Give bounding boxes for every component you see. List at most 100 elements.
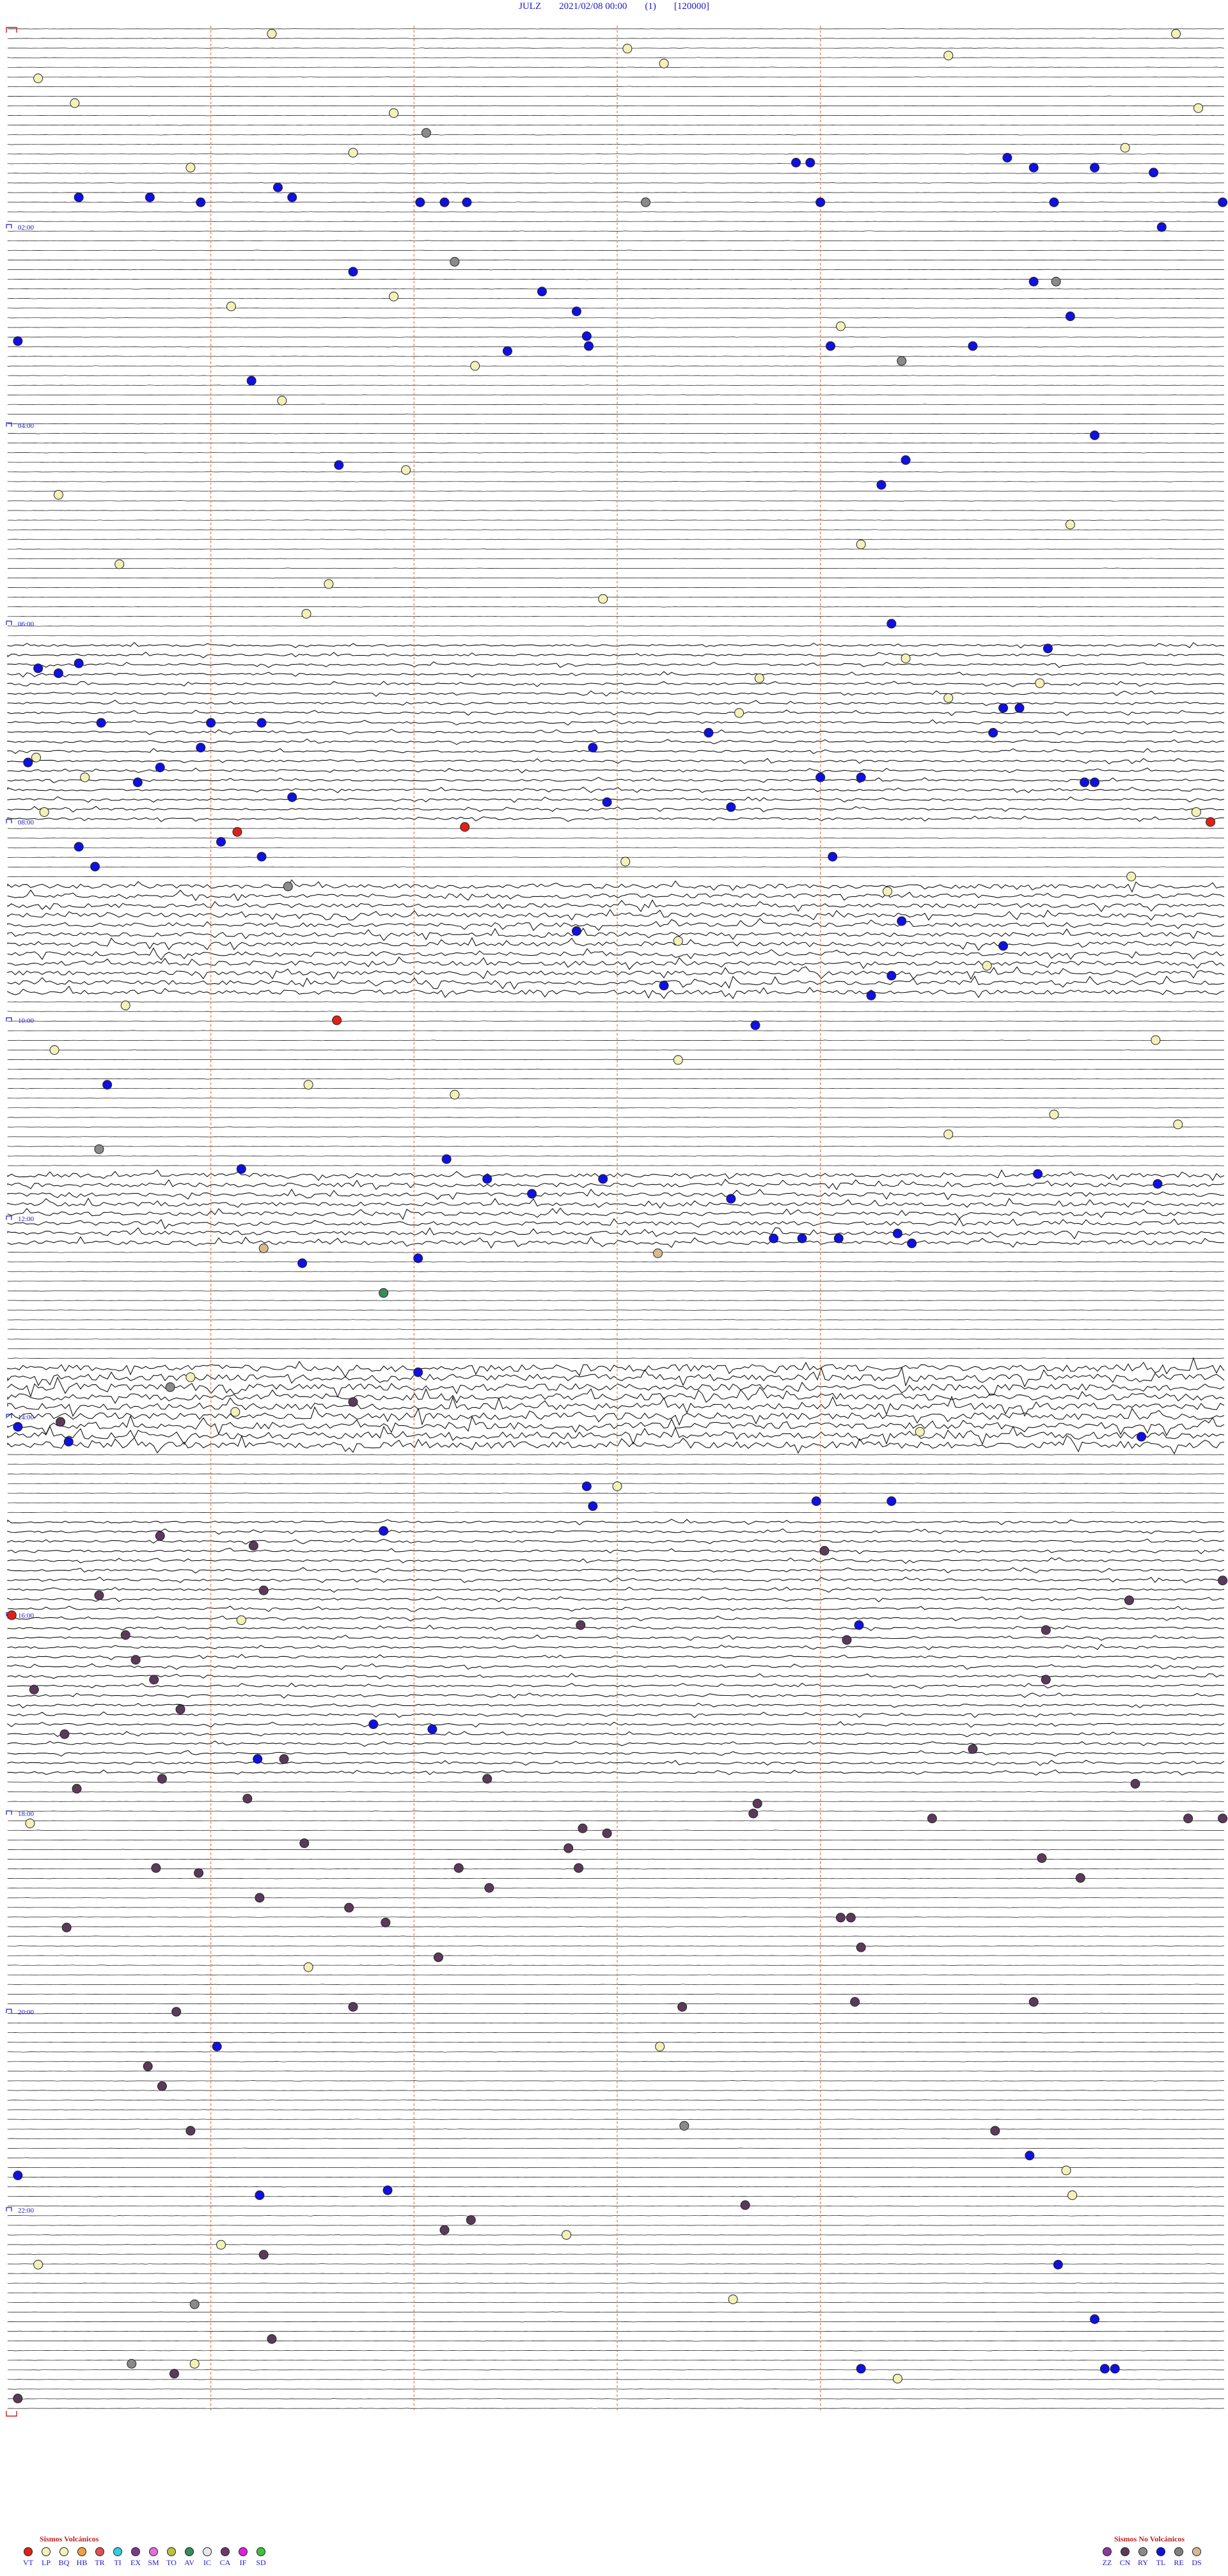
event-marker-tl: [246, 375, 256, 386]
trace-line: [7, 297, 1225, 299]
trace-line: [7, 642, 1225, 649]
trace-line: [7, 1984, 1225, 1986]
event-marker-tl: [253, 1754, 263, 1764]
event-marker-tl: [588, 1501, 598, 1511]
event-marker-tl: [1090, 2314, 1100, 2324]
event-marker-cn: [171, 2007, 182, 2017]
legend-code: ZZ: [1102, 2558, 1112, 2567]
event-marker-cn: [927, 1813, 937, 1824]
event-marker-cn: [61, 1922, 72, 1932]
event-marker-bq: [25, 1819, 35, 1828]
event-marker-cn: [1218, 1813, 1228, 1824]
trace-line: [7, 1406, 1225, 1426]
event-marker-tl: [826, 341, 836, 351]
event-marker-tl: [256, 851, 267, 862]
trace-line: [7, 2051, 1225, 2053]
legend-dot-ti: [113, 2547, 122, 2556]
legend-code: VT: [23, 2558, 33, 2567]
event-marker-cn: [602, 1828, 612, 1838]
legend-code: RE: [1174, 2558, 1184, 2567]
trace-line: [7, 758, 1225, 764]
event-marker-tl: [998, 703, 1009, 713]
event-marker-cn: [484, 1883, 494, 1893]
legend-item-sm: SM: [145, 2547, 162, 2568]
event-marker-tl: [886, 619, 897, 629]
legend-code: CN: [1119, 2558, 1131, 2567]
event-marker-tl: [96, 718, 106, 728]
event-marker-tl: [571, 306, 581, 317]
hour-marker: [6, 224, 12, 228]
event-marker-cn: [267, 2334, 277, 2344]
trace-line: [7, 1829, 1225, 1831]
event-marker-cn: [248, 1541, 258, 1551]
trace-line: [7, 1702, 1225, 1709]
trace-line: [7, 1877, 1224, 1879]
trace-line: [7, 1386, 1225, 1404]
event-marker-tl: [348, 267, 358, 277]
hour-label: 18:00: [18, 1810, 35, 1818]
event-marker-bq: [728, 2295, 738, 2304]
event-marker-tl: [866, 990, 876, 1000]
legend-code: EX: [130, 2558, 141, 2567]
event-marker-tl: [132, 777, 143, 787]
event-marker-tl: [1053, 2259, 1063, 2270]
event-marker-bq: [915, 1426, 925, 1437]
hour-marker: [6, 819, 12, 823]
event-marker-cn: [990, 2126, 1000, 2136]
trace-line: [7, 2321, 1224, 2323]
event-marker-cn: [1124, 1595, 1135, 1606]
event-marker-vt: [6, 1610, 17, 1620]
event-marker-vt: [460, 822, 470, 832]
event-marker-tl: [750, 1020, 760, 1031]
legend-code: TR: [95, 2558, 105, 2567]
trace-line: [7, 1236, 1224, 1249]
event-marker-cn: [29, 1684, 39, 1695]
event-marker-tl: [907, 1238, 917, 1249]
hour-marker: [6, 1414, 12, 1418]
hour-marker: [6, 422, 12, 427]
event-marker-tl: [1028, 276, 1039, 287]
event-marker-tl: [53, 668, 63, 678]
trace-line: [7, 606, 1225, 608]
event-marker-bq: [236, 1615, 246, 1625]
trace-line: [7, 1586, 1225, 1593]
event-marker-bq: [189, 2359, 200, 2369]
event-marker-bq: [49, 1045, 59, 1055]
event-marker-bq: [1151, 1035, 1161, 1045]
legend-code: DS: [1192, 2558, 1202, 2567]
event-marker-tl: [216, 837, 226, 847]
event-marker-bq: [301, 609, 311, 619]
trace-line: [7, 375, 1225, 377]
start-marker: [6, 27, 17, 33]
legend-item-ds: DS: [1188, 2547, 1206, 2568]
event-marker-bq: [120, 1000, 130, 1011]
trace-line: [7, 615, 1225, 617]
hour-marker: [6, 620, 12, 625]
trace-line: [7, 2119, 1225, 2120]
trace-line: [7, 1897, 1225, 1899]
event-marker-ry: [897, 356, 907, 366]
event-marker-ry: [1051, 276, 1061, 287]
event-marker-tl: [439, 197, 450, 207]
legend-item-bq: BQ: [55, 2547, 73, 2568]
trace-line: [7, 1615, 1225, 1622]
trace-line: [7, 1425, 1225, 1446]
legend-dot-av: [185, 2547, 194, 2556]
legend-item-ca: CA: [216, 2547, 234, 2568]
trace-line: [7, 1329, 1225, 1331]
legend-item-vt: VT: [19, 2547, 37, 2568]
trace-line: [7, 1300, 1225, 1301]
event-marker-tl: [815, 197, 826, 207]
trace-line: [7, 539, 1225, 541]
legend-dot-vt: [24, 2547, 33, 2556]
event-marker-tl: [584, 341, 594, 351]
event-marker-cn: [59, 1729, 70, 1739]
event-marker-tl: [1153, 1179, 1163, 1189]
event-marker-bq: [982, 961, 992, 971]
legend-code: IF: [239, 2558, 247, 2567]
trace-line: [7, 709, 1225, 716]
event-marker-tl: [287, 792, 297, 802]
trace-line: [7, 1011, 1224, 1013]
event-marker-bq: [267, 29, 277, 39]
event-marker-bq: [1067, 2190, 1078, 2201]
